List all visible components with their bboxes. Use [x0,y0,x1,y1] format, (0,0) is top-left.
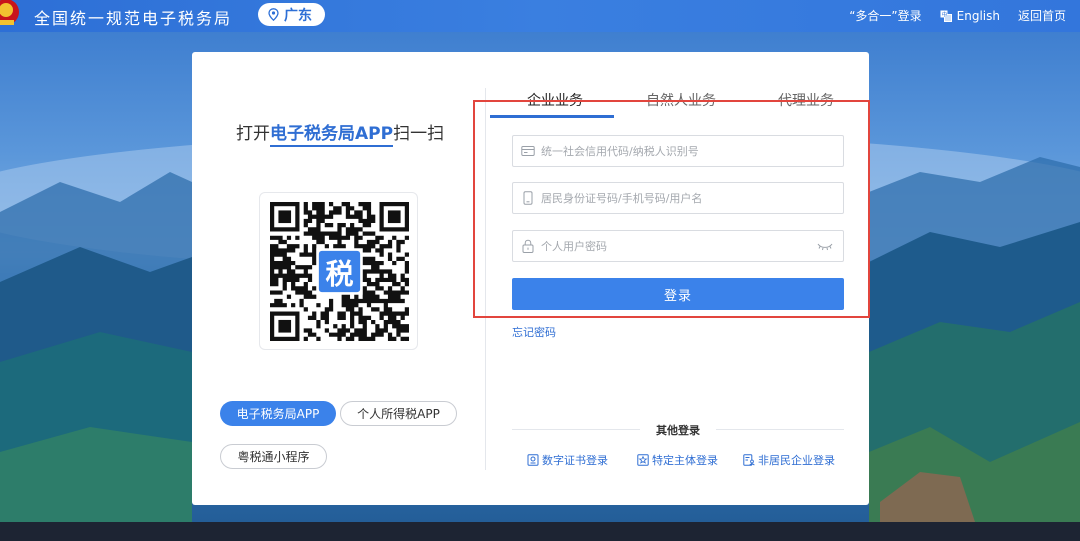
nonresident-login-label: 非居民企业登录 [758,454,835,467]
nonresident-login-link[interactable]: 非居民企业登录 [743,452,835,468]
certificate-icon [527,454,539,466]
language-icon: 中 [940,10,952,22]
svg-text:中: 中 [941,10,947,18]
tab-iit-app[interactable]: 个人所得税APP [340,401,457,426]
region-label: 广东 [284,7,312,24]
english-label: English [956,8,1000,23]
multi-login-link[interactable]: “多合一”登录 [849,7,921,24]
home-link[interactable]: 返回首页 [1018,7,1066,24]
document-user-icon [743,454,755,466]
english-link[interactable]: 中 English [940,9,1000,23]
national-emblem-icon [0,0,19,25]
scan-title-prefix: 打开 [236,124,270,144]
tab-etax-app[interactable]: 电子税务局APP [220,401,336,426]
certificate-login-label: 数字证书登录 [542,454,608,467]
specific-entity-login-label: 特定主体登录 [652,454,718,467]
top-links: “多合一”登录 中 English 返回首页 [831,7,1066,24]
qr-finder-pattern [270,202,300,232]
qr-finder-pattern [379,202,409,232]
footer-band [0,522,1080,541]
location-pin-icon [268,8,279,21]
other-login-header: 其他登录 [512,422,844,438]
scan-title-app-name: 电子税务局APP [270,124,394,147]
scan-title: 打开电子税务局APP扫一扫 [236,119,445,147]
site-title: 全国统一规范电子税务局 [34,9,233,28]
scan-title-suffix: 扫一扫 [393,124,445,144]
qr-code: 税 [259,192,418,350]
qr-finder-pattern [270,311,300,341]
other-login-title: 其他登录 [656,424,700,437]
forgot-password-link[interactable]: 忘记密码 [512,324,556,340]
tab-mini-program[interactable]: 粤税通小程序 [220,444,327,469]
specific-entity-login-link[interactable]: 特定主体登录 [637,452,718,468]
qr-code-image: 税 [270,202,409,341]
star-badge-icon [637,454,649,466]
region-selector[interactable]: 广东 [258,3,325,26]
top-navigation-bar: 全国统一规范电子税务局 广东 “多合一”登录 中 English 返回首页 [0,0,1080,32]
annotation-highlight-box [473,100,870,318]
qr-center-label: 税 [325,258,353,291]
certificate-login-link[interactable]: 数字证书登录 [527,452,608,468]
